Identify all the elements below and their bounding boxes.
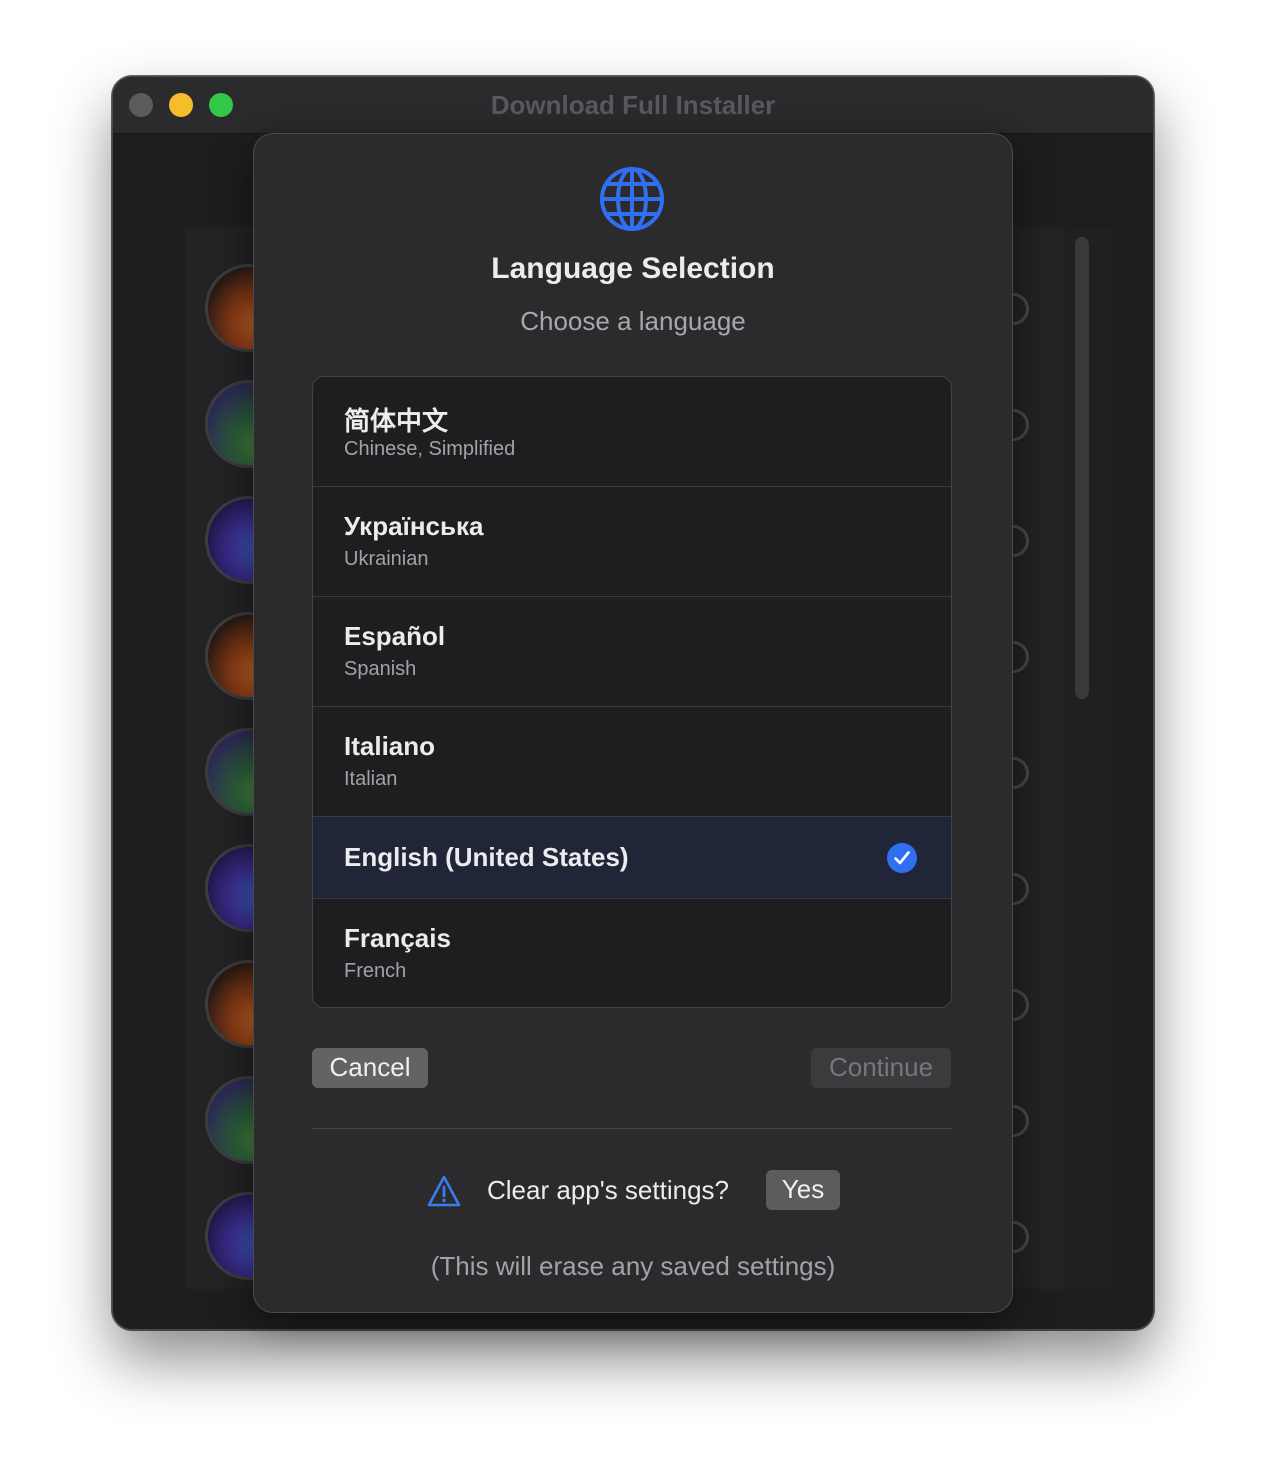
language-option-spanish[interactable]: Español Spanish [313, 597, 951, 707]
language-native-name: English (United States) [344, 842, 629, 872]
language-option-english-us[interactable]: English (United States) [313, 817, 951, 899]
divider [312, 1128, 952, 1129]
erase-settings-note: (This will erase any saved settings) [430, 1251, 836, 1281]
language-english-name: Chinese, Simplified [344, 438, 516, 460]
language-english-name: Ukrainian [344, 548, 429, 570]
continue-button[interactable]: Continue [811, 1048, 951, 1088]
language-native-name: Français [344, 923, 451, 953]
dialog-title: Language Selection [491, 252, 775, 285]
checkmark-icon [887, 843, 917, 873]
language-english-name: Italian [344, 768, 398, 790]
language-english-name: French [344, 960, 407, 982]
warning-triangle-icon [427, 1175, 461, 1207]
window-title: Download Full Installer [490, 90, 776, 120]
yes-button[interactable]: Yes [766, 1170, 840, 1210]
globe-icon [600, 167, 664, 231]
language-native-name: Italiano [344, 731, 436, 761]
scrollbar-track[interactable] [1067, 227, 1113, 1289]
cancel-button[interactable]: Cancel [312, 1048, 428, 1088]
language-option-chinese-simplified[interactable]: 简体中文 Chinese, Simplified [313, 377, 951, 487]
language-native-name: 简体中文 [344, 406, 449, 436]
language-option-italian[interactable]: Italiano Italian [313, 707, 951, 817]
title-bar[interactable]: Download Full Installer [113, 77, 1153, 134]
language-native-name: Español [344, 621, 446, 651]
language-option-french[interactable]: Français French [313, 899, 951, 1007]
language-english-name: Spanish [344, 658, 417, 680]
dialog-subtitle: Choose a language [520, 306, 746, 336]
language-selection-dialog: Language Selection Choose a language 简体中… [253, 133, 1013, 1313]
language-native-name: Українська [344, 511, 484, 541]
clear-settings-label: Clear app's settings? [487, 1175, 729, 1205]
language-list: 简体中文 Chinese, Simplified Українська Ukra… [312, 376, 952, 1008]
language-option-ukrainian[interactable]: Українська Ukrainian [313, 487, 951, 597]
scrollbar-thumb[interactable] [1075, 237, 1089, 699]
